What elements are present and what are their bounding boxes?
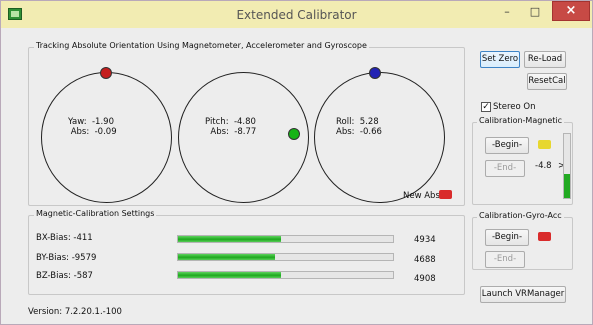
- bz-bias-value: 4908: [414, 274, 436, 284]
- bx-bias-label: BX-Bias: -411: [36, 233, 93, 243]
- calibration-gyro-title: Calibration-Gyro-Acc: [477, 211, 564, 220]
- roll-indicator-dot: [369, 67, 381, 79]
- set-zero-button[interactable]: Set Zero: [480, 51, 520, 68]
- bx-bias-bar-fill: [178, 236, 282, 242]
- bx-bias-bar: [177, 235, 394, 243]
- calibration-magnetic-title: Calibration-Magnetic: [477, 116, 565, 125]
- pitch-indicator-dot: [288, 128, 300, 140]
- tracking-group-title: Tracking Absolute Orientation Using Magn…: [34, 41, 369, 50]
- magnetic-begin-button[interactable]: -Begin-: [485, 137, 529, 154]
- pitch-readout: Pitch: -4.80 Abs: -8.77: [205, 117, 257, 137]
- roll-circle: [314, 72, 445, 203]
- yaw-circle: [41, 72, 172, 203]
- launch-vrmanager-button[interactable]: Launch VRManager: [480, 286, 566, 303]
- gyro-begin-button[interactable]: -Begin-: [485, 229, 529, 246]
- tracking-groupbox: Tracking Absolute Orientation Using Magn…: [28, 41, 465, 206]
- minimize-button[interactable]: –: [494, 5, 520, 25]
- reload-button[interactable]: Re-Load: [524, 51, 566, 68]
- bz-bias-bar-fill: [178, 272, 282, 278]
- close-button[interactable]: ×: [552, 1, 590, 21]
- extended-calibrator-window: Extended Calibrator – □ × Tracking Absol…: [0, 0, 593, 325]
- calibration-gyro-groupbox: Calibration-Gyro-Acc -Begin- -End-: [472, 211, 573, 270]
- magnetic-end-button[interactable]: -End-: [485, 160, 525, 177]
- stereo-on-label: Stereo On: [493, 102, 536, 112]
- by-bias-label: BY-Bias: -9579: [36, 253, 97, 263]
- version-label: Version: 7.2.20.1.-100: [28, 307, 122, 317]
- new-abs-led: [439, 190, 452, 199]
- magnetic-status-led: [538, 140, 551, 149]
- magnetic-settings-title: Magnetic-Calibration Settings: [34, 209, 157, 218]
- calibration-magnetic-groupbox: Calibration-Magnetic -Begin- -End- -4.8 …: [472, 116, 573, 205]
- magnetic-level-gauge: [563, 133, 571, 199]
- yaw-indicator-dot: [100, 67, 112, 79]
- by-bias-bar: [177, 253, 394, 261]
- gyro-status-led: [538, 232, 551, 241]
- maximize-button[interactable]: □: [522, 5, 548, 25]
- title-bar[interactable]: Extended Calibrator – □ ×: [1, 1, 592, 28]
- stereo-on-checkbox[interactable]: ✓: [481, 102, 491, 112]
- bz-bias-label: BZ-Bias: -587: [36, 271, 93, 281]
- magnetic-value: -4.8: [535, 161, 552, 171]
- yaw-readout: Yaw: -1.90 Abs: -0.09: [68, 117, 117, 137]
- roll-readout: Roll: 5.28 Abs: -0.66: [336, 117, 382, 137]
- bz-bias-bar: [177, 271, 394, 279]
- gyro-end-button[interactable]: -End-: [485, 251, 525, 268]
- by-bias-bar-fill: [178, 254, 275, 260]
- new-abs-label: New Abs:: [403, 191, 443, 201]
- by-bias-value: 4688: [414, 255, 436, 265]
- magnetic-settings-groupbox: Magnetic-Calibration Settings BX-Bias: -…: [28, 209, 465, 295]
- bx-bias-value: 4934: [414, 235, 436, 245]
- magnetic-level-fill: [564, 173, 570, 198]
- reset-cal-button[interactable]: ResetCal: [527, 73, 567, 90]
